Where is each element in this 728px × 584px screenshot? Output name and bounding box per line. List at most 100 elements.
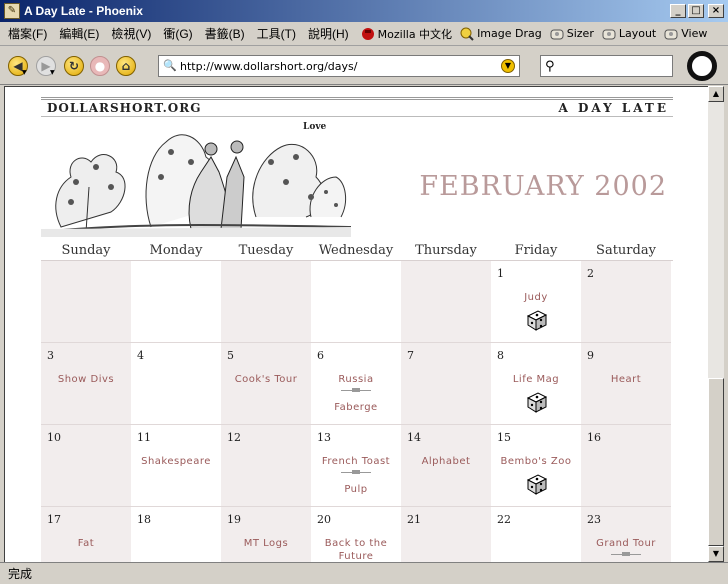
search-bar[interactable]: ⚲	[540, 55, 673, 77]
day-entry-link[interactable]: Bembo's Zoo	[491, 455, 581, 468]
back-dropdown-icon[interactable]: ▼	[22, 69, 30, 77]
bookmark-icon	[550, 27, 564, 41]
day-entry-link[interactable]: French Toast	[311, 455, 401, 468]
day-name: Wednesday	[318, 243, 394, 258]
scroll-up-button[interactable]: ▲	[708, 86, 724, 102]
day-entry-link[interactable]: Show Divs	[41, 373, 131, 386]
vertical-scrollbar[interactable]: ▲ ▼	[708, 86, 724, 562]
day-number: 20	[317, 513, 331, 526]
calendar-day-cell: 20 Back to the Future	[311, 507, 401, 562]
dice-icon[interactable]	[526, 309, 548, 331]
menu-help[interactable]: 說明(H)	[308, 25, 349, 42]
calendar-day-cell: 9 Heart	[581, 343, 671, 425]
calendar-day-cell: 4	[131, 343, 221, 425]
calendar-day-cell: 17 Fat	[41, 507, 131, 562]
banner-love-text: Love	[303, 122, 327, 132]
link-separator	[341, 470, 371, 475]
day-entry-link[interactable]: Cook's Tour	[221, 373, 311, 386]
throbber-icon[interactable]	[687, 51, 717, 81]
bookmark-layout[interactable]: Layout	[602, 27, 656, 41]
day-name: Saturday	[596, 243, 656, 258]
day-entry-link[interactable]: Grand Tour	[581, 537, 671, 550]
day-entry-link[interactable]: MT Logs	[221, 537, 311, 550]
menu-go[interactable]: 衝(G)	[163, 25, 192, 42]
day-entry-link[interactable]: Pulp	[311, 483, 401, 496]
calendar-day-cell: 13 French Toast Pulp	[311, 425, 401, 507]
calendar-day-cell: 19 MT Logs	[221, 507, 311, 562]
page-proxy-icon[interactable]: 🔍	[163, 59, 177, 73]
bookmark-sizer[interactable]: Sizer	[550, 27, 594, 41]
home-button[interactable]: ⌂	[116, 55, 136, 76]
reload-button[interactable]: ↻	[64, 55, 84, 76]
day-number: 3	[47, 349, 54, 362]
site-section: A DAY LATE	[558, 101, 669, 115]
day-number: 23	[587, 513, 601, 526]
day-entry-link[interactable]: Life Mag	[491, 373, 581, 386]
bookmark-view[interactable]: View	[664, 27, 707, 41]
calendar-day-cell: 23Grand TourBattle Cons	[581, 507, 671, 562]
status-text: 完成	[8, 567, 33, 581]
menu-bar: 檔案(F) 編輯(E) 檢視(V) 衝(G) 書籤(B) 工具(T) 說明(H)…	[0, 22, 728, 46]
link-separator	[611, 552, 641, 557]
day-entry-link[interactable]: Fat	[41, 537, 131, 550]
scroll-down-button[interactable]: ▼	[708, 546, 724, 562]
day-entry-link[interactable]: Alphabet	[401, 455, 491, 468]
day-entry-link[interactable]: Back to the Future	[311, 537, 401, 562]
url-dropdown-icon[interactable]: ▼	[501, 59, 515, 73]
menu-tools[interactable]: 工具(T)	[257, 25, 296, 42]
day-entry-link[interactable]: Russia	[311, 373, 401, 386]
day-entry-link[interactable]: Judy	[491, 291, 581, 304]
calendar-day-cell	[221, 261, 311, 343]
day-number: 22	[497, 513, 511, 526]
day-number: 4	[137, 349, 144, 362]
close-button[interactable]: ×	[708, 4, 724, 18]
site-name[interactable]: DOLLARSHORT.ORG	[41, 101, 201, 115]
dice-icon[interactable]	[526, 391, 548, 413]
calendar-day-cell	[41, 261, 131, 343]
minimize-button[interactable]: _	[670, 4, 686, 18]
day-name: Thursday	[415, 243, 477, 258]
menu-edit[interactable]: 編輯(E)	[59, 25, 99, 42]
home-icon: ⌂	[121, 58, 131, 73]
day-number: 1	[497, 267, 504, 280]
day-number: 16	[587, 431, 601, 444]
menu-file[interactable]: 檔案(F)	[8, 25, 47, 42]
calendar-page: DOLLARSHORT.ORG A DAY LATE Love FEBRUARY…	[41, 97, 673, 562]
menu-view[interactable]: 檢視(V)	[111, 25, 151, 42]
bookmark-mozilla-label: Mozilla 中文化	[377, 27, 453, 41]
stop-button[interactable]: ●	[90, 55, 110, 76]
search-icon: ⚲	[545, 58, 555, 74]
calendar-day-cell: 21	[401, 507, 491, 562]
calendar-grid: 1 Judy 2 3 Show Divs 4 5 Cook's Tour 6 Russia Fabe…	[41, 261, 673, 562]
app-icon[interactable]: ✎	[4, 3, 20, 19]
scroll-thumb[interactable]	[708, 378, 724, 546]
calendar-day-cell: 2	[581, 261, 671, 343]
day-number: 17	[47, 513, 61, 526]
calendar-day-cell: 11 Shakespeare	[131, 425, 221, 507]
day-number: 14	[407, 431, 421, 444]
bookmark-image-drag[interactable]: Image Drag	[460, 27, 542, 41]
day-entry-link[interactable]: Heart	[581, 373, 671, 386]
day-name: Friday	[514, 243, 558, 258]
day-number: 12	[227, 431, 241, 444]
day-number: 6	[317, 349, 324, 362]
day-names-row: Sunday Monday Tuesday Wednesday Thursday Frid…	[41, 237, 673, 261]
day-name: Tuesday	[238, 243, 294, 258]
day-entry-link[interactable]: Shakespeare	[131, 455, 221, 468]
calendar-day-cell	[311, 261, 401, 343]
day-number: 15	[497, 431, 511, 444]
forward-dropdown-icon[interactable]: ▼	[50, 69, 58, 77]
month-title: FEBRUARY 2002	[419, 171, 667, 202]
calendar-day-cell: 16	[581, 425, 671, 507]
day-number: 2	[587, 267, 594, 280]
day-number: 5	[227, 349, 234, 362]
day-entry-link[interactable]: Faberge	[311, 401, 401, 414]
day-number: 21	[407, 513, 421, 526]
menu-bookmarks[interactable]: 書籤(B)	[205, 25, 245, 42]
dice-icon[interactable]	[526, 473, 548, 495]
maximize-button[interactable]: □	[688, 4, 704, 18]
search-input[interactable]	[554, 59, 655, 73]
url-bar[interactable]: 🔍 ▼	[158, 55, 520, 77]
url-input[interactable]	[180, 59, 501, 73]
bookmark-mozilla[interactable]: Mozilla 中文化	[361, 26, 452, 42]
